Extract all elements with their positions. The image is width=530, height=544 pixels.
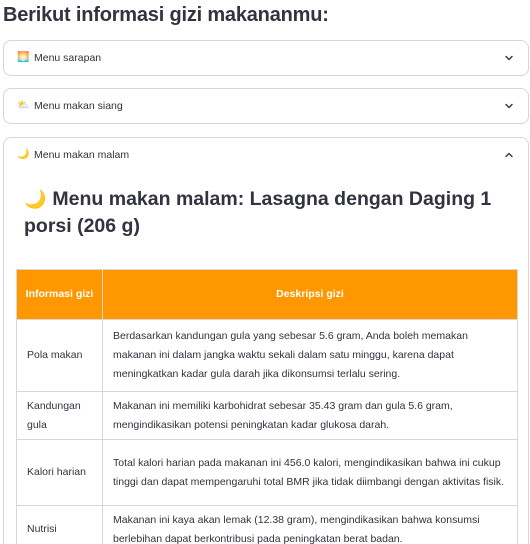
expander-breakfast: 🌅 Menu sarapan xyxy=(3,40,529,76)
expander-dinner-header[interactable]: 🌙 Menu makan malam xyxy=(4,138,528,172)
row-description: Berdasarkan kandungan gula yang sebesar … xyxy=(102,319,518,392)
expander-breakfast-header[interactable]: 🌅 Menu sarapan xyxy=(4,41,528,75)
expander-breakfast-label: Menu sarapan xyxy=(34,52,102,64)
expander-lunch: ⛅ Menu makan siang xyxy=(3,88,529,124)
row-description: Total kalori harian pada makanan ini 456… xyxy=(102,439,518,506)
column-header-info: Informasi gizi xyxy=(16,269,103,320)
row-key: Pola makan xyxy=(16,319,103,392)
chevron-down-icon[interactable] xyxy=(502,99,516,113)
table-row: Kandungan gula Makanan ini memiliki karb… xyxy=(16,391,518,440)
row-description: Makanan ini kaya akan lemak (12.38 gram)… xyxy=(102,505,518,544)
expander-dinner: 🌙 Menu makan malam 🌙 Menu makan malam: La… xyxy=(3,137,529,544)
sunrise-icon: 🌅 xyxy=(17,52,30,63)
crescent-moon-icon: 🌙 xyxy=(17,149,30,160)
table-header-row: Informasi gizi Deskripsi gizi xyxy=(16,269,518,320)
expander-lunch-label: Menu makan siang xyxy=(34,100,123,112)
table-row: Nutrisi Makanan ini kaya akan lemak (12.… xyxy=(16,505,518,544)
dinner-title-text: Menu makan malam: Lasagna dengan Daging … xyxy=(24,188,492,237)
dinner-section-title: 🌙 Menu makan malam: Lasagna dengan Daging… xyxy=(24,186,504,240)
table-row: Kalori harian Total kalori harian pada m… xyxy=(16,439,518,506)
column-header-description: Deskripsi gizi xyxy=(102,269,518,320)
row-key: Kalori harian xyxy=(16,439,103,506)
crescent-moon-icon: 🌙 xyxy=(24,189,47,209)
page-title: Berikut informasi gizi makananmu: xyxy=(3,4,329,26)
chevron-up-icon[interactable] xyxy=(502,148,516,162)
nutrition-table: Informasi gizi Deskripsi gizi Pola makan… xyxy=(16,269,518,544)
row-key: Nutrisi xyxy=(16,505,103,544)
sun-behind-cloud-icon: ⛅ xyxy=(17,100,30,111)
row-key: Kandungan gula xyxy=(16,391,103,440)
expander-lunch-header[interactable]: ⛅ Menu makan siang xyxy=(4,89,528,123)
expander-dinner-label: Menu makan malam xyxy=(34,149,130,161)
row-description: Makanan ini memiliki karbohidrat sebesar… xyxy=(102,391,518,440)
chevron-down-icon[interactable] xyxy=(502,51,516,65)
table-row: Pola makan Berdasarkan kandungan gula ya… xyxy=(16,319,518,392)
